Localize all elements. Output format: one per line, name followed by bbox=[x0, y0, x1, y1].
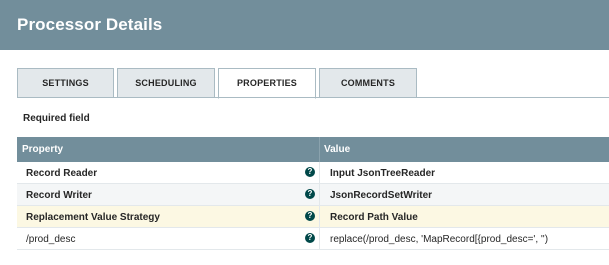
tab-scheduling[interactable]: SCHEDULING bbox=[117, 68, 215, 98]
column-divider[interactable] bbox=[319, 137, 320, 162]
help-icon[interactable]: ? bbox=[305, 233, 315, 243]
help-icon[interactable]: ? bbox=[305, 189, 315, 199]
property-value[interactable]: replace(/prod_desc, 'MapRecord[{prod_des… bbox=[330, 234, 548, 245]
tab-comments[interactable]: COMMENTS bbox=[319, 68, 417, 98]
tab-divider bbox=[17, 97, 609, 98]
cell-divider bbox=[319, 206, 320, 228]
column-header-property[interactable]: Property bbox=[22, 144, 63, 155]
cell-divider bbox=[319, 162, 320, 184]
table-row[interactable]: /prod_desc ? replace(/prod_desc, 'MapRec… bbox=[17, 228, 609, 250]
property-value[interactable]: Record Path Value bbox=[330, 212, 418, 223]
property-name: /prod_desc bbox=[26, 234, 76, 245]
required-field-label: Required field bbox=[23, 113, 90, 124]
dialog-header: Processor Details bbox=[0, 0, 609, 50]
table-row-selected[interactable]: Replacement Value Strategy ? Record Path… bbox=[17, 206, 609, 228]
column-header-value[interactable]: Value bbox=[324, 144, 350, 155]
property-value[interactable]: JsonRecordSetWriter bbox=[330, 190, 432, 201]
properties-table: Property Value Record Reader ? Input Jso… bbox=[17, 137, 609, 250]
tab-properties[interactable]: PROPERTIES bbox=[218, 68, 316, 99]
table-row[interactable]: Record Writer ? JsonRecordSetWriter bbox=[17, 184, 609, 206]
property-name: Replacement Value Strategy bbox=[26, 212, 160, 223]
cell-divider bbox=[319, 184, 320, 206]
help-icon[interactable]: ? bbox=[305, 167, 315, 177]
cell-divider bbox=[319, 228, 320, 250]
dialog-title: Processor Details bbox=[17, 15, 163, 34]
help-icon[interactable]: ? bbox=[305, 211, 315, 221]
tab-settings[interactable]: SETTINGS bbox=[17, 68, 114, 98]
table-header: Property Value bbox=[17, 137, 609, 162]
table-row[interactable]: Record Reader ? Input JsonTreeReader bbox=[17, 162, 609, 184]
property-value[interactable]: Input JsonTreeReader bbox=[330, 168, 435, 179]
property-name: Record Reader bbox=[26, 168, 98, 179]
property-name: Record Writer bbox=[26, 190, 92, 201]
